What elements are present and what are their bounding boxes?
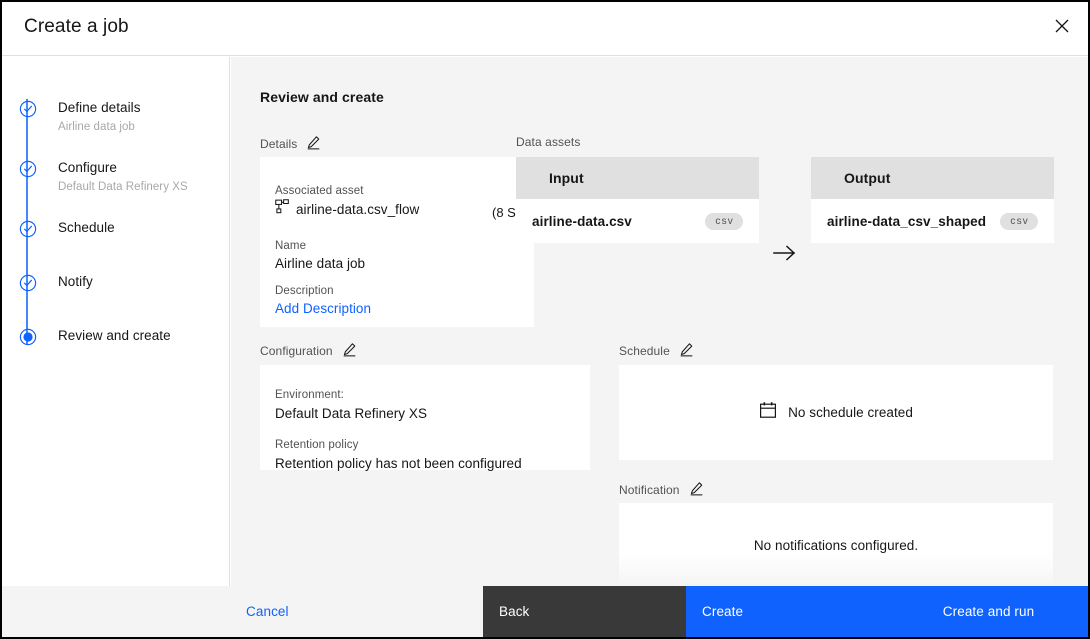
retention-policy-field: Retention policy Retention policy has no… — [275, 437, 522, 474]
step-label: Configure — [58, 160, 117, 175]
input-asset-format-tag: csv — [705, 212, 743, 230]
page-title: Create a job — [24, 16, 129, 37]
details-label-text: Details — [260, 137, 298, 151]
pencil-edit-icon[interactable] — [679, 342, 694, 360]
notification-section-label: Notification — [619, 481, 704, 499]
output-card-header: Output — [811, 157, 1054, 199]
add-description-link[interactable]: Add Description — [275, 299, 371, 319]
section-heading: Review and create — [260, 89, 384, 105]
create-and-run-button[interactable]: Create and run — [889, 586, 1088, 637]
associated-asset-field: Associated asset airline-data.csv_flow — [275, 183, 419, 220]
arrow-right-icon — [772, 243, 798, 263]
associated-asset-name: airline-data.csv_flow — [296, 201, 420, 217]
sidebar: Define details Airline data job Configur… — [2, 57, 230, 586]
check-circle-icon — [19, 100, 37, 118]
step-label: Notify — [58, 274, 93, 289]
environment-label: Environment: — [275, 389, 344, 401]
retention-policy-value: Retention policy has not been configured — [275, 456, 522, 471]
footer-button-bar: Cancel Back Create Create and run — [2, 586, 1088, 637]
step-sublabel: Default Data Refinery XS — [58, 181, 188, 193]
check-circle-icon — [19, 274, 37, 292]
input-card-body: airline-data.csv csv — [516, 199, 759, 243]
environment-field: Environment: Default Data Refinery XS — [275, 387, 427, 424]
retention-policy-label: Retention policy — [275, 439, 359, 451]
sidebar-item-notify[interactable]: Notify — [19, 273, 216, 292]
output-asset-format-tag: csv — [1000, 212, 1038, 230]
close-button[interactable] — [1038, 2, 1086, 50]
configuration-section-label: Configuration — [260, 342, 357, 360]
configuration-label-text: Configuration — [260, 344, 333, 358]
cancel-button[interactable]: Cancel — [2, 586, 483, 637]
create-and-run-button-label: Create and run — [942, 604, 1035, 619]
input-asset-name: airline-data.csv — [532, 213, 632, 229]
schedule-empty-text: No schedule created — [788, 405, 913, 420]
output-card-body: airline-data_csv_shaped csv — [811, 199, 1054, 243]
create-button[interactable]: Create — [686, 586, 889, 637]
filled-circle-icon — [19, 328, 37, 346]
back-button-label: Back — [499, 604, 530, 619]
description-label: Description — [275, 285, 334, 297]
notification-label-text: Notification — [619, 483, 680, 497]
details-card: Associated asset airline-data.csv_flow (… — [260, 157, 545, 327]
create-button-label: Create — [702, 604, 744, 619]
step-label: Schedule — [58, 220, 115, 235]
sidebar-item-define-details[interactable]: Define details Airline data job — [19, 99, 216, 135]
sidebar-item-configure[interactable]: Configure Default Data Refinery XS — [19, 159, 216, 195]
check-circle-icon — [19, 160, 37, 178]
progress-step-list: Define details Airline data job Configur… — [19, 99, 216, 346]
description-field: Description Add Description — [275, 283, 371, 319]
data-assets-label-text: Data assets — [516, 135, 581, 149]
pencil-edit-icon[interactable] — [342, 342, 357, 360]
calendar-icon — [759, 401, 777, 424]
modal-header: Create a job — [2, 2, 1088, 56]
pencil-edit-icon[interactable] — [689, 481, 704, 499]
notification-empty-text: No notifications configured. — [753, 538, 919, 553]
step-label: Define details — [58, 100, 141, 115]
close-icon — [1055, 19, 1069, 33]
associated-asset-label: Associated asset — [275, 185, 364, 197]
schedule-section-label: Schedule — [619, 342, 694, 360]
schedule-label-text: Schedule — [619, 344, 670, 358]
sidebar-item-review-and-create[interactable]: Review and create — [19, 327, 216, 346]
step-sublabel: Airline data job — [58, 121, 135, 133]
input-asset-card: Input airline-data.csv csv — [516, 157, 759, 243]
cancel-button-label: Cancel — [246, 604, 289, 619]
sidebar-item-schedule[interactable]: Schedule — [19, 219, 216, 238]
name-label: Name — [275, 240, 307, 252]
environment-value: Default Data Refinery XS — [275, 406, 428, 421]
create-job-modal: Create a job Define details Airline data… — [0, 0, 1090, 639]
data-assets-section-label: Data assets — [516, 135, 580, 149]
check-circle-icon — [19, 220, 37, 238]
input-card-header: Input — [516, 157, 759, 199]
configuration-card: Environment: Default Data Refinery XS Re… — [260, 365, 590, 471]
output-asset-card: Output airline-data_csv_shaped csv — [811, 157, 1054, 243]
notification-card: No notifications configured. — [619, 503, 1053, 586]
schedule-card: No schedule created — [619, 365, 1053, 460]
step-label: Review and create — [58, 328, 171, 343]
output-asset-name: airline-data_csv_shaped — [827, 213, 987, 229]
flow-icon — [275, 199, 290, 220]
name-value: Airline data job — [275, 256, 366, 271]
details-section-label: Details — [260, 135, 321, 153]
associated-asset-value-row: airline-data.csv_flow — [275, 199, 419, 220]
main-panel: Review and create Details Associated ass… — [231, 57, 1088, 586]
back-button[interactable]: Back — [483, 586, 686, 637]
pencil-edit-icon[interactable] — [306, 135, 321, 153]
name-field: Name Airline data job — [275, 238, 365, 274]
